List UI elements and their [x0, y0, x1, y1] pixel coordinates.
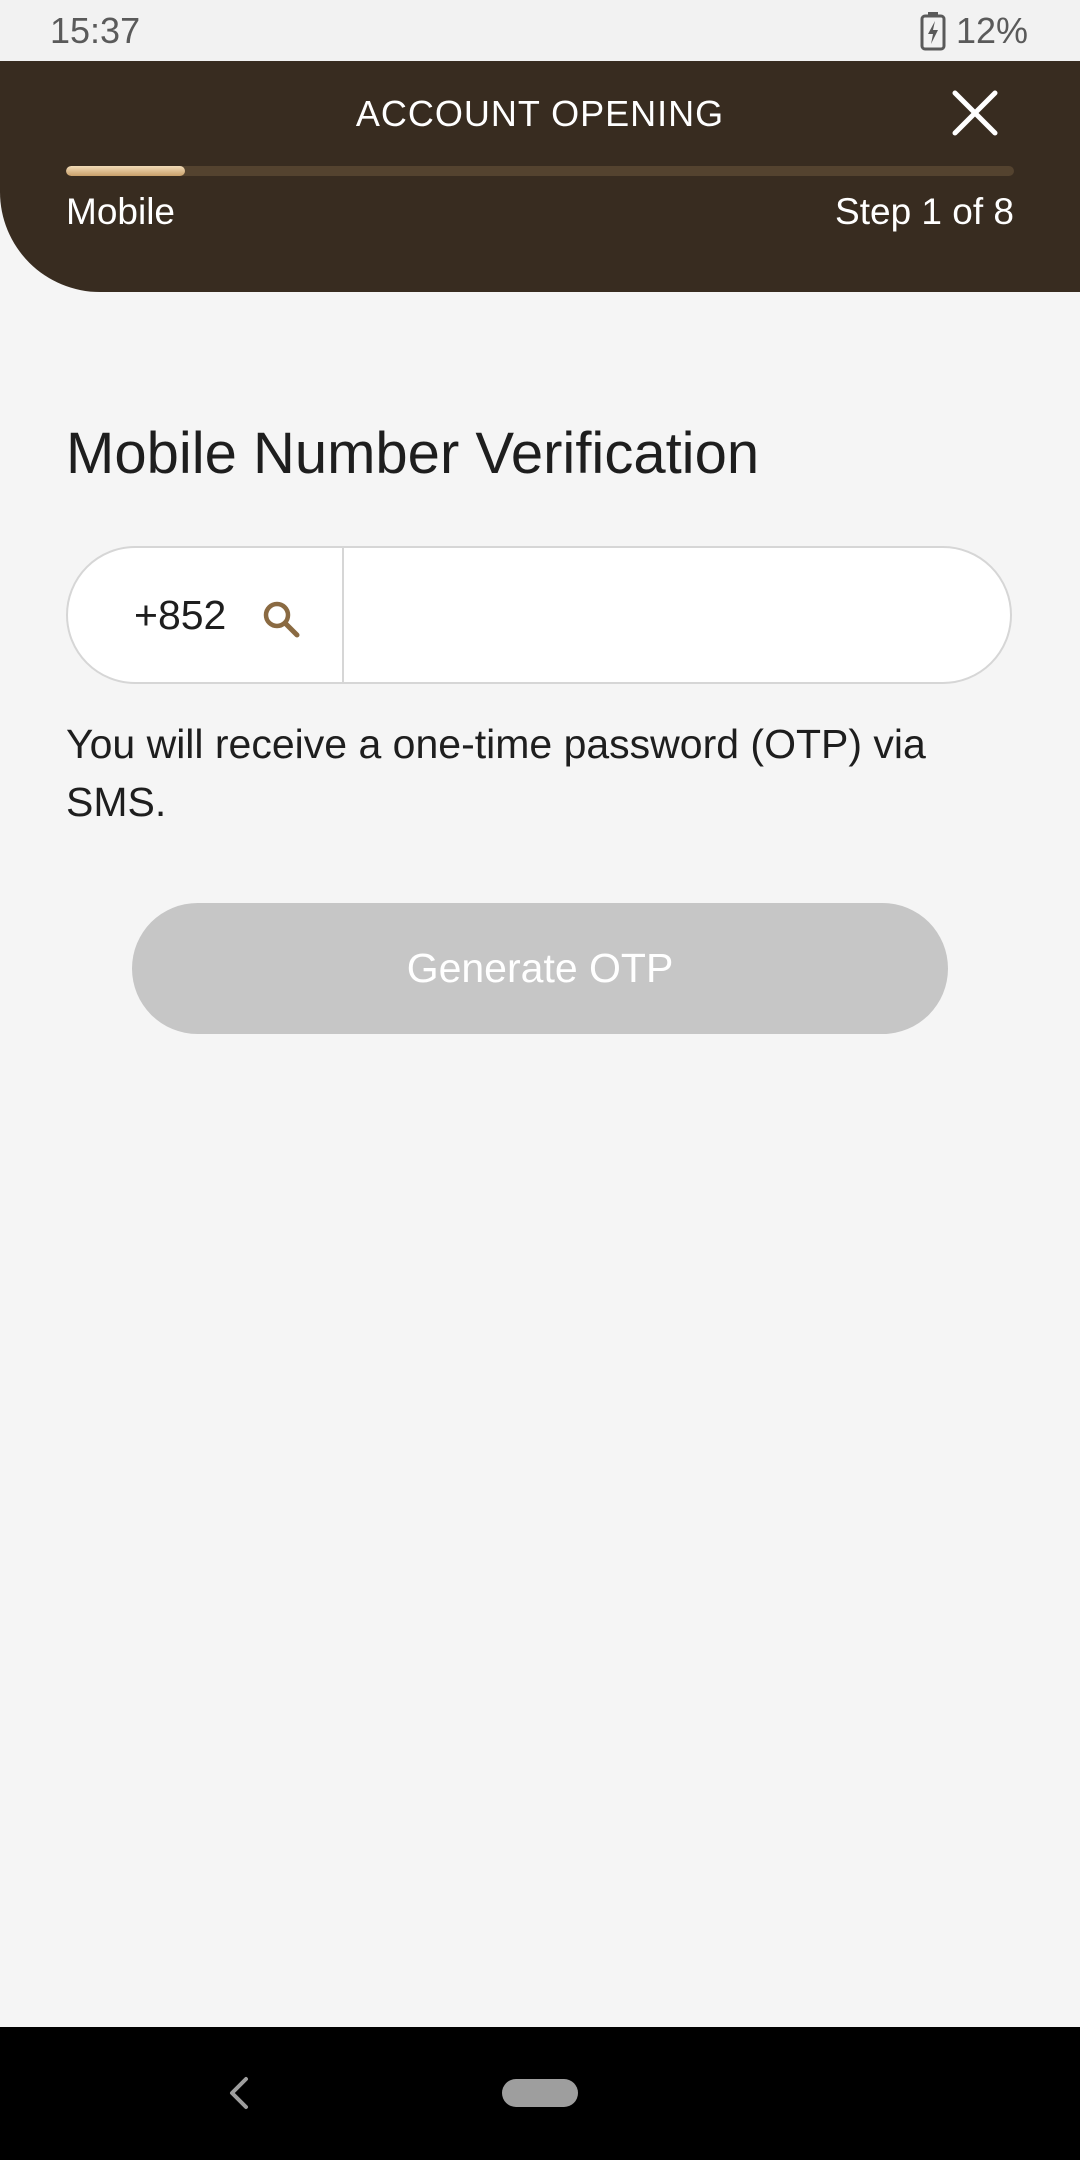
progress-fill [66, 166, 185, 176]
header-title: ACCOUNT OPENING [355, 93, 725, 134]
back-chevron-icon[interactable] [220, 2071, 260, 2115]
search-icon [263, 601, 300, 638]
country-code: +852 [134, 592, 227, 638]
close-icon[interactable] [945, 76, 1005, 146]
step-count: Step 1 of 8 [835, 191, 1014, 232]
battery-percentage: 12% [955, 10, 1028, 51]
otp-info-text: You will receive a one-time password (OT… [66, 721, 926, 825]
mobile-number-input[interactable] [348, 558, 982, 674]
progress-bar [66, 166, 1014, 176]
country-code-selector[interactable]: +852 [68, 548, 344, 682]
header: ACCOUNT OPENING Mobile Step 1 of 8 [0, 61, 1080, 292]
status-time: 15:37 [50, 10, 141, 51]
battery-charging-icon [920, 12, 946, 51]
phone-number-field: +852 [66, 546, 1012, 684]
step-label: Mobile [66, 191, 175, 232]
battery-status: 12% [920, 10, 1028, 52]
page-title: Mobile Number Verification [66, 421, 760, 486]
home-pill-icon[interactable] [502, 2079, 578, 2107]
status-bar: 15:37 12% [0, 0, 1080, 61]
generate-otp-button[interactable]: Generate OTP [132, 903, 948, 1034]
navigation-bar [0, 2027, 1080, 2160]
